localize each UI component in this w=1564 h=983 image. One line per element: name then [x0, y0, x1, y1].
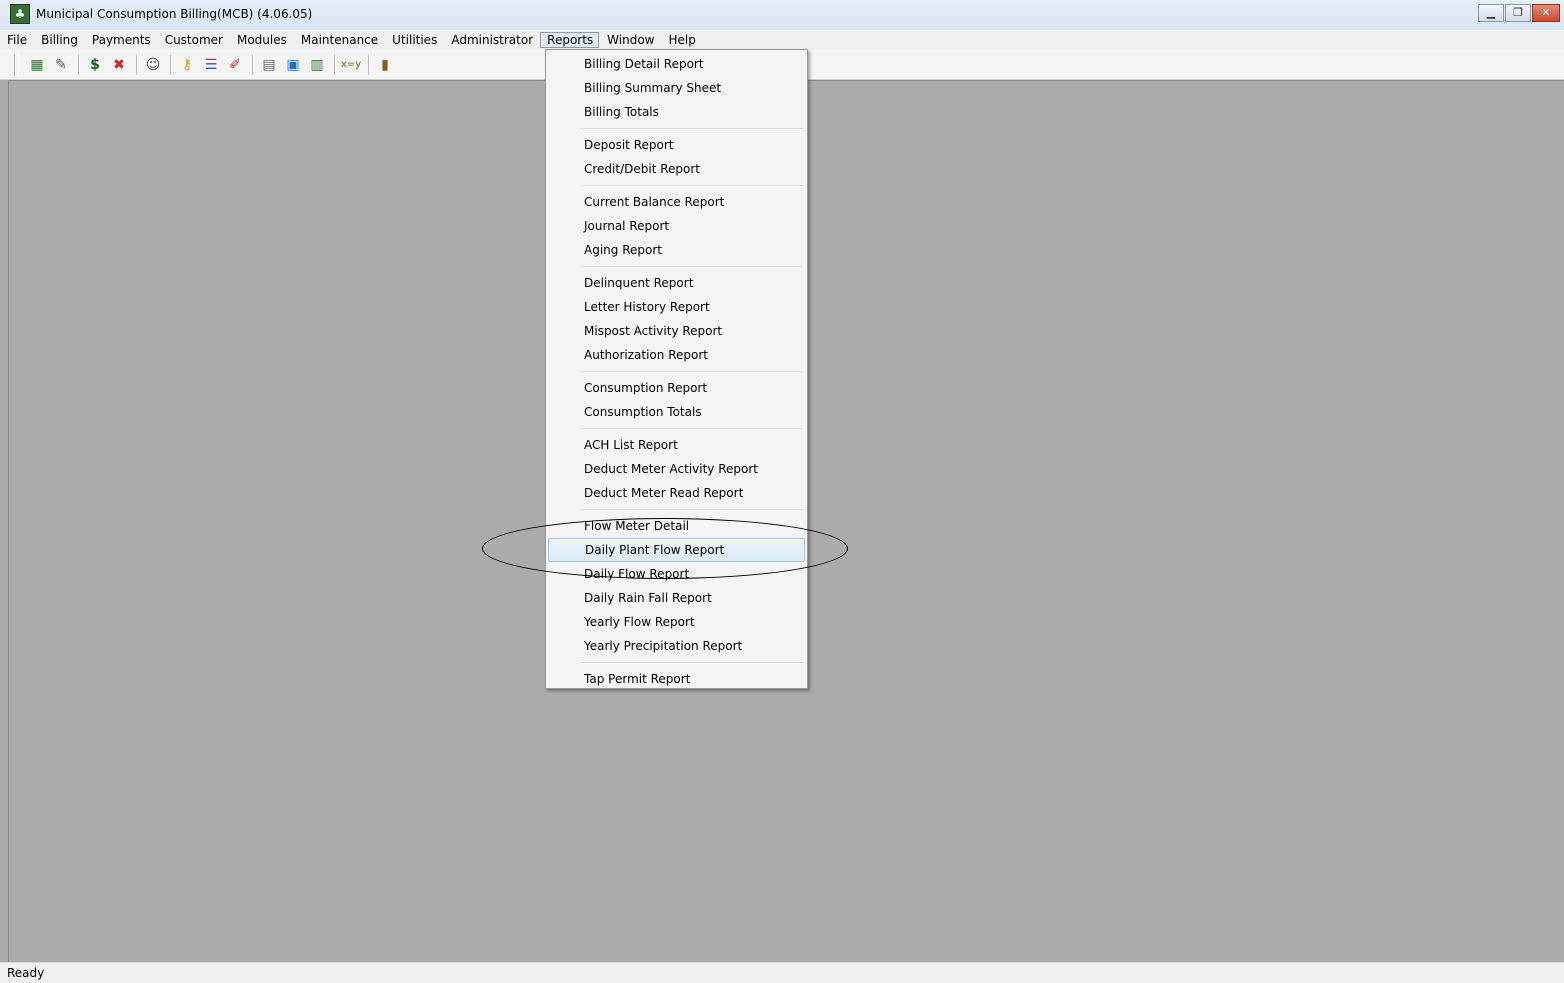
toolbar-grip[interactable]: [14, 54, 19, 76]
toolbar-separator: [252, 55, 254, 75]
exit-door-icon[interactable]: ▮: [375, 55, 395, 75]
toolbar-separator: [170, 55, 172, 75]
reports-dropdown-menu: Billing Detail Report Billing Summary Sh…: [545, 49, 808, 689]
minimize-icon[interactable]: ▁: [1478, 4, 1504, 22]
menu-item-journal-report[interactable]: Journal Report: [548, 214, 805, 238]
menu-item-billing-totals[interactable]: Billing Totals: [548, 100, 805, 124]
title-bar: ♣ Municipal Consumption Billing(MCB) (4.…: [0, 0, 1564, 31]
clipboard-icon[interactable]: ▤: [259, 55, 279, 75]
menu-modules[interactable]: Modules: [230, 32, 293, 48]
toolbar-separator: [368, 55, 370, 75]
toolbar-separator: [136, 55, 138, 75]
menu-window[interactable]: Window: [600, 32, 660, 48]
menu-item-tap-permit-report[interactable]: Tap Permit Report: [548, 667, 805, 691]
stop-icon[interactable]: ✖: [109, 55, 129, 75]
menu-item-deposit-report[interactable]: Deposit Report: [548, 133, 805, 157]
menu-item-deduct-meter-read-report[interactable]: Deduct Meter Read Report: [548, 481, 805, 505]
menu-administrator[interactable]: Administrator: [444, 32, 539, 48]
toolbar-separator: [334, 55, 336, 75]
menu-item-current-balance-report[interactable]: Current Balance Report: [548, 190, 805, 214]
window-title: Municipal Consumption Billing(MCB) (4.06…: [36, 7, 313, 21]
menu-item-flow-meter-detail[interactable]: Flow Meter Detail: [548, 514, 805, 538]
menu-separator: [548, 262, 805, 271]
dollar-icon[interactable]: $: [85, 55, 105, 75]
stack-icon[interactable]: ☰: [201, 55, 221, 75]
menu-separator: [548, 658, 805, 667]
key-icon[interactable]: ⚷: [177, 55, 197, 75]
menu-item-daily-rain-fall-report[interactable]: Daily Rain Fall Report: [548, 586, 805, 610]
user-search-icon[interactable]: ☺: [143, 55, 163, 75]
toolbar-separator: [78, 55, 80, 75]
menu-separator: [548, 505, 805, 514]
menu-item-aging-report[interactable]: Aging Report: [548, 238, 805, 262]
status-text: Ready: [7, 966, 45, 980]
menu-item-consumption-totals[interactable]: Consumption Totals: [548, 400, 805, 424]
close-icon[interactable]: ✕: [1532, 4, 1560, 22]
menu-separator: [548, 424, 805, 433]
menu-separator: [548, 367, 805, 376]
menu-customer[interactable]: Customer: [158, 32, 229, 48]
calendar-icon[interactable]: ▦: [27, 55, 47, 75]
menu-utilities[interactable]: Utilities: [385, 32, 443, 48]
menu-separator: [548, 181, 805, 190]
pen-icon[interactable]: ✐: [225, 55, 245, 75]
menu-separator: [548, 124, 805, 133]
menu-item-daily-flow-report[interactable]: Daily Flow Report: [548, 562, 805, 586]
menu-bar: File Billing Payments Customer Modules M…: [0, 30, 1564, 50]
menu-item-letter-history-report[interactable]: Letter History Report: [548, 295, 805, 319]
menu-item-delinquent-report[interactable]: Delinquent Report: [548, 271, 805, 295]
menu-item-yearly-precipitation-report[interactable]: Yearly Precipitation Report: [548, 634, 805, 658]
menu-item-mispost-activity-report[interactable]: Mispost Activity Report: [548, 319, 805, 343]
window-controls: ▁ ❐ ✕: [1477, 4, 1560, 22]
variable-icon[interactable]: x=y: [341, 55, 361, 75]
document-icon[interactable]: ▣: [283, 55, 303, 75]
menu-item-deduct-meter-activity-report[interactable]: Deduct Meter Activity Report: [548, 457, 805, 481]
status-bar: Ready: [0, 962, 1564, 983]
menu-file[interactable]: File: [0, 32, 33, 48]
edit-document-icon[interactable]: ✎: [51, 55, 71, 75]
menu-item-daily-plant-flow-report[interactable]: Daily Plant Flow Report: [548, 538, 805, 562]
menu-reports[interactable]: Reports: [540, 32, 600, 48]
calendar-grid-icon[interactable]: ▥: [307, 55, 327, 75]
menu-payments[interactable]: Payments: [85, 32, 157, 48]
menu-billing[interactable]: Billing: [34, 32, 84, 48]
menu-maintenance[interactable]: Maintenance: [294, 32, 384, 48]
menu-item-billing-summary-sheet[interactable]: Billing Summary Sheet: [548, 76, 805, 100]
app-icon[interactable]: ♣: [10, 4, 30, 24]
menu-item-consumption-report[interactable]: Consumption Report: [548, 376, 805, 400]
menu-item-yearly-flow-report[interactable]: Yearly Flow Report: [548, 610, 805, 634]
menu-item-authorization-report[interactable]: Authorization Report: [548, 343, 805, 367]
restore-icon[interactable]: ❐: [1505, 4, 1531, 22]
menu-item-billing-detail-report[interactable]: Billing Detail Report: [548, 52, 805, 76]
menu-item-ach-list-report[interactable]: ACH List Report: [548, 433, 805, 457]
menu-help[interactable]: Help: [662, 32, 702, 48]
menu-item-credit-debit-report[interactable]: Credit/Debit Report: [548, 157, 805, 181]
